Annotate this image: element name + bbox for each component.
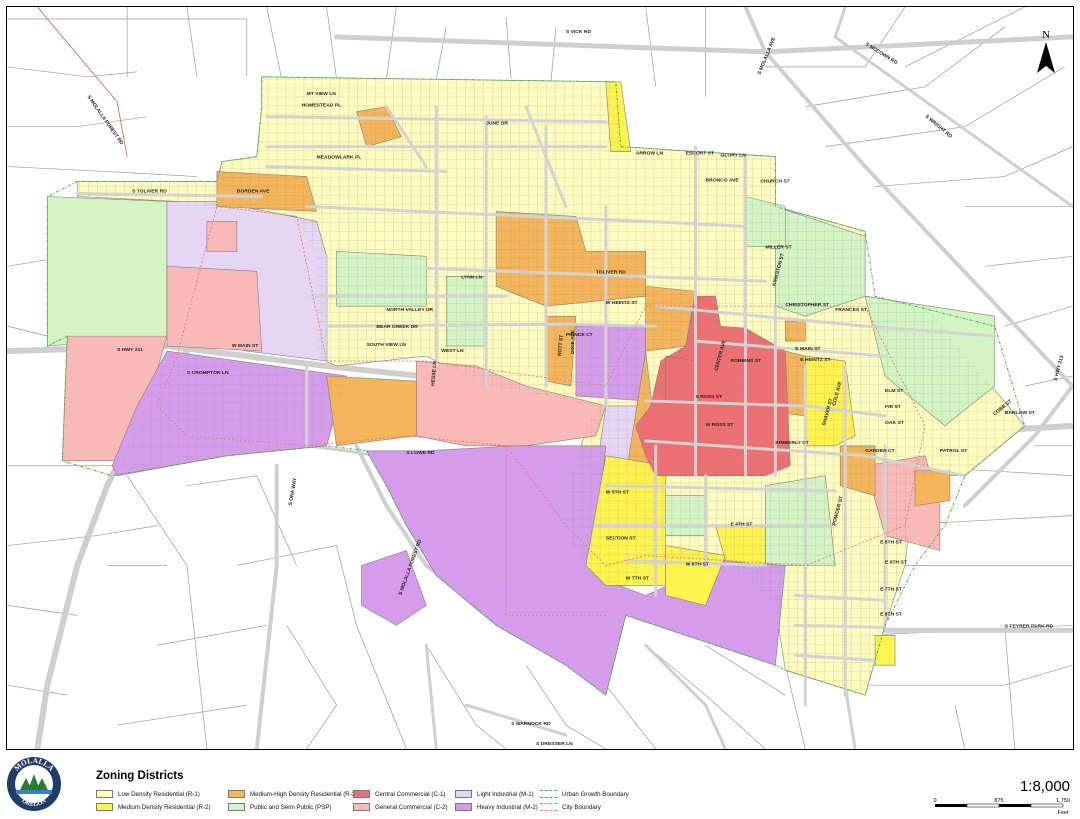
road-label: S TOLIVER RD: [132, 189, 167, 195]
scale-tick-1: 875: [994, 798, 1003, 804]
road-label: OAK ST: [885, 420, 904, 426]
legend-label: General Commercial (C-2): [375, 803, 448, 811]
scale-tick-2: 1,750: [1056, 798, 1070, 804]
road-label: FRANCES ST: [835, 307, 867, 313]
road-label: CHURCH ST: [760, 179, 789, 185]
legend-item-m1: Light Industrial (M-1): [455, 790, 534, 798]
legend-label: Medium-High Density Residential (R-3): [250, 790, 358, 798]
road-label: CHRISTOPHER ST: [785, 302, 829, 308]
legend-label: City Boundary: [562, 803, 601, 811]
road-label: FIR ST: [885, 404, 901, 410]
road-label: GARDEN CT: [865, 448, 895, 454]
legend-swatch-psp: [228, 803, 245, 811]
road-label: JUNE DR: [486, 121, 508, 127]
legend-item-r3: Medium-High Density Residential (R-3): [228, 790, 357, 798]
road-label: TOLIVER RD: [596, 269, 626, 275]
legend-swatch-m1: [455, 790, 472, 798]
road-label: E 5TH ST: [880, 540, 902, 546]
road-label: S ONA WAY: [288, 477, 299, 506]
road-label: S WARNOCK RD: [511, 721, 551, 727]
legend-item-r2: Medium Density Residential (R-2): [96, 803, 211, 811]
legend-swatch-c2: [353, 803, 370, 811]
legend-title: Zoning Districts: [96, 770, 184, 782]
road-label: SECTION ST: [606, 536, 636, 542]
legend-swatch-r2: [96, 803, 113, 811]
road-label: DIXIE AVE: [570, 329, 576, 354]
road-label: W 6TH ST: [686, 561, 709, 567]
road-label: E 6TH ST: [885, 560, 907, 566]
legend-label: Public and Semi Public (PSP): [250, 803, 332, 811]
road-label: MILLER ST: [765, 244, 791, 250]
road-label: ARROW LN: [636, 151, 664, 157]
legend-item-city: City Boundary: [540, 803, 601, 811]
road-label: E 7TH ST: [880, 586, 902, 592]
road-label: S DRESSER LN: [536, 741, 573, 747]
north-arrow-icon: N: [1037, 29, 1055, 73]
scale-bar: 0 875 1,750 Feet: [933, 798, 1070, 816]
road-label: HOMESTEAD PL: [302, 103, 341, 109]
road-label: S FEYRER PARK RD: [1005, 623, 1054, 629]
legend-label: Medium Density Residential (R-2): [118, 803, 211, 811]
road-label: KIMBERLY CT: [775, 440, 808, 446]
north-label: N: [1042, 29, 1050, 41]
road-label: W MAIN ST: [232, 343, 258, 349]
road-label: E HEINTZ ST: [800, 357, 830, 363]
road-label: S VICK RD: [566, 29, 592, 35]
road-label: PATROL ST: [940, 448, 967, 454]
scale-tick-0: 0: [933, 798, 936, 804]
legend-label: Central Commercial (C-1): [375, 790, 446, 798]
road-label: W 7TH ST: [626, 575, 649, 581]
road-label: ESCORT ST: [686, 151, 714, 157]
road-label: BORDEN AVE: [237, 189, 270, 195]
legend-swatch-r1: [96, 790, 113, 798]
road-label: WEST LN: [441, 348, 464, 354]
legend-label: Urban Growth Boundary: [562, 790, 629, 798]
road-label: ELM ST: [885, 388, 903, 394]
legend-swatch-ugb: [540, 790, 557, 798]
legend-swatch-r3: [228, 790, 245, 798]
road-label: W ROSS ST: [706, 422, 734, 428]
legend-item-psp: Public and Semi Public (PSP): [228, 803, 332, 811]
road-label: NORTH VALLEY DR: [386, 307, 433, 313]
road-label: BARLOW ST: [1005, 410, 1035, 416]
zoning-map[interactable]: S VICK RD S MCCOWN RD S MOLALLA AVE S WRIGH…: [6, 6, 1074, 750]
legend-item-c2: General Commercial (C-2): [353, 803, 448, 811]
legend-item-c1: Central Commercial (C-1): [353, 790, 445, 798]
road-label: BRONCO AVE: [706, 178, 740, 184]
legend-label: Low Density Residential (R-1): [118, 790, 200, 798]
road-label: GLORY LN: [721, 153, 747, 159]
legend-swatch-m2: [455, 803, 472, 811]
map-legend: MOLALLA OREGON Zoning Districts Low Dens…: [0, 750, 1080, 819]
legend-label: Heavy Industrial (M-2): [477, 803, 538, 811]
legend-item-m2: Heavy Industrial (M-2): [455, 803, 538, 811]
legend-item-r1: Low Density Residential (R-1): [96, 790, 200, 798]
legend-label: Light Industrial (M-1): [477, 790, 534, 798]
road-label: E 8TH ST: [880, 611, 902, 617]
scale-unit: Feet: [1057, 810, 1068, 816]
road-label: ROBBINS ST: [730, 358, 761, 364]
road-label: E 4TH ST: [730, 522, 752, 528]
road-label: S ROSS ST: [696, 394, 723, 400]
molalla-logo-icon: MOLALLA OREGON: [7, 756, 61, 811]
scale-ratio: 1:8,000: [1019, 778, 1070, 795]
road-label: S CROMPTON LN: [187, 370, 229, 376]
road-label: S HWY 211: [117, 347, 143, 353]
legend-swatch-c1: [353, 790, 370, 798]
road-label: MT VIEW LN: [307, 91, 337, 97]
legend-swatch-city: [540, 803, 557, 811]
road-label: MEADOWLARK PL: [317, 155, 362, 161]
map-canvas: S VICK RDS MCCOWN RDS MOLALLA AVES WRIGH…: [7, 7, 1073, 749]
road-label: SOUTH VIEW LN: [366, 342, 406, 348]
road-label: W HEINTZ ST: [606, 300, 638, 306]
road-label: BEAR CREEK DR: [376, 324, 418, 330]
road-label: W 5TH ST: [606, 490, 629, 496]
road-label: LYNN LN: [461, 274, 482, 280]
road-label: E MAIN ST: [795, 346, 820, 352]
road-label: S LOWE RD: [406, 450, 435, 456]
legend-item-ugb: Urban Growth Boundary: [540, 790, 629, 798]
